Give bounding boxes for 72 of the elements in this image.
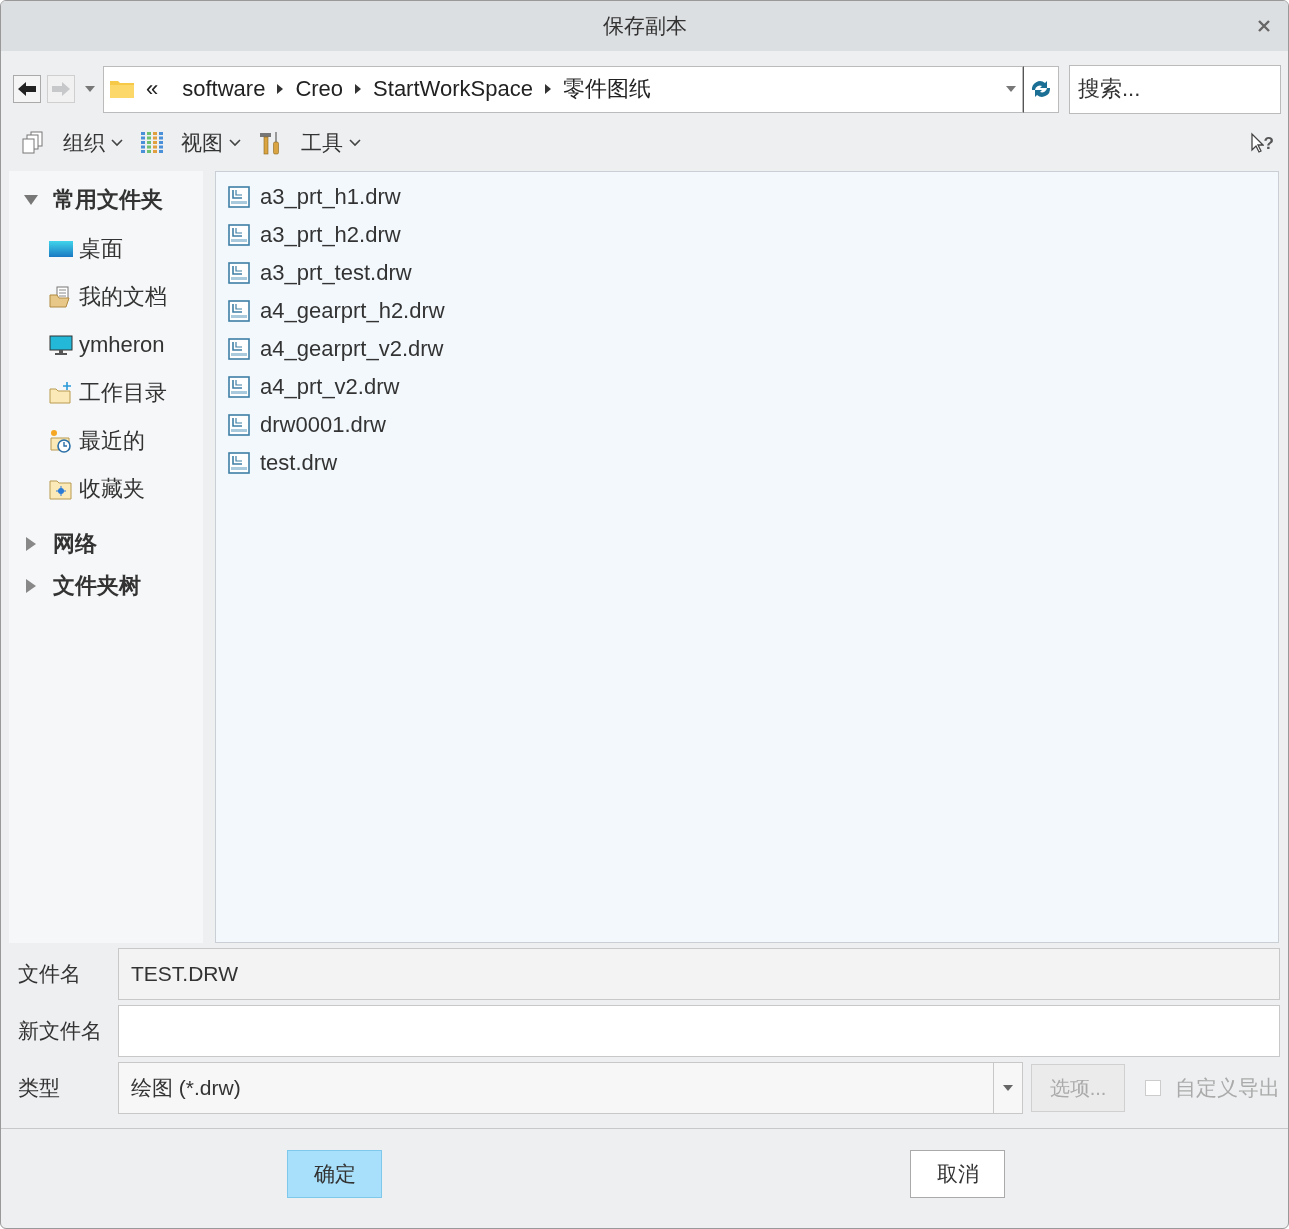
help-button[interactable]: ? bbox=[1249, 131, 1274, 154]
collapsed-arrow-icon[interactable] bbox=[26, 537, 36, 552]
file-name[interactable]: a3_prt_h2.drw bbox=[260, 222, 401, 249]
drawing-file-icon bbox=[228, 224, 250, 247]
breadcrumb-arrow-icon[interactable] bbox=[544, 84, 551, 95]
toolbar-menu[interactable]: 组织 bbox=[63, 128, 123, 157]
sidebar-item[interactable]: 最近的 bbox=[79, 426, 145, 457]
chevron-down-icon bbox=[229, 138, 241, 147]
file-name[interactable]: test.drw bbox=[260, 450, 338, 477]
sidebar-item[interactable]: 我的文档 bbox=[79, 282, 167, 313]
breadcrumb[interactable]: software bbox=[170, 76, 278, 103]
left-arrow-icon bbox=[17, 81, 37, 98]
drawing-file-icon bbox=[228, 414, 250, 437]
breadcrumb-arrow-icon[interactable] bbox=[355, 84, 362, 95]
chevron-down-icon bbox=[349, 138, 361, 147]
file-name[interactable]: a4_gearprt_h2.drw bbox=[260, 298, 445, 325]
documents-folder-icon bbox=[49, 286, 73, 309]
breadcrumb[interactable]: 零件图纸 bbox=[550, 74, 663, 105]
search-field[interactable]: 搜索... bbox=[1069, 64, 1281, 114]
sidebar-section[interactable]: 文件夹树 bbox=[53, 571, 141, 602]
file-name[interactable]: a3_prt_test.drw bbox=[260, 260, 412, 287]
file-name[interactable]: drw0001.drw bbox=[260, 412, 386, 439]
sidebar-section[interactable]: 网络 bbox=[53, 529, 97, 560]
toolbar-menu[interactable]: 视图 bbox=[181, 128, 241, 157]
close-icon[interactable] bbox=[1258, 20, 1270, 32]
sidebar-item[interactable]: 桌面 bbox=[79, 234, 123, 265]
drawing-file-icon bbox=[228, 338, 250, 361]
breadcrumb[interactable]: Creo bbox=[283, 76, 356, 103]
field-label: 文件名 bbox=[17, 961, 82, 988]
sidebar-item[interactable]: 收藏夹 bbox=[79, 474, 145, 505]
right-arrow-icon bbox=[51, 81, 71, 98]
new-file-name-field[interactable] bbox=[118, 1005, 1280, 1058]
monitor-icon bbox=[49, 334, 73, 357]
drawing-file-icon bbox=[228, 186, 250, 209]
field-label: 类型 bbox=[17, 1075, 61, 1102]
confirm-button[interactable]: 确定 bbox=[287, 1150, 382, 1199]
drawing-file-icon bbox=[228, 452, 250, 475]
expanded-arrow-icon[interactable] bbox=[24, 195, 38, 206]
folder-icon bbox=[110, 80, 134, 99]
drawing-file-icon bbox=[228, 262, 250, 285]
refresh-icon bbox=[1029, 79, 1053, 100]
sidebar-item[interactable]: 工作目录 bbox=[79, 378, 167, 409]
breadcrumb[interactable]: StartWorkSpace bbox=[361, 76, 545, 103]
file-name[interactable]: a4_prt_v2.drw bbox=[260, 374, 400, 401]
file-name[interactable]: a4_gearprt_v2.drw bbox=[260, 336, 444, 363]
back-button[interactable] bbox=[13, 75, 41, 104]
cancel-button[interactable]: 取消 bbox=[910, 1150, 1005, 1199]
file-name-field[interactable]: TEST.DRW bbox=[118, 948, 1280, 1001]
field-label: 新文件名 bbox=[17, 1018, 103, 1045]
file-type-dropdown[interactable]: 绘图 (*.drw) bbox=[118, 1062, 1023, 1115]
sidebar-item[interactable]: ymheron bbox=[79, 332, 165, 359]
address-bar[interactable]: « software Creo StartWorkSpace 零件图纸 bbox=[103, 65, 1023, 113]
path-overflow-marker[interactable]: « bbox=[134, 76, 171, 103]
favorites-folder-icon bbox=[49, 477, 73, 502]
drawing-file-icon bbox=[228, 376, 250, 399]
toolbar-menu[interactable]: 工具 bbox=[301, 128, 361, 157]
pages-icon bbox=[21, 130, 45, 155]
dropdown-caret-icon[interactable] bbox=[1006, 86, 1016, 93]
grid-view-icon bbox=[141, 131, 163, 154]
breadcrumb-arrow-icon[interactable] bbox=[277, 84, 284, 95]
cursor-icon bbox=[1249, 131, 1264, 154]
chevron-down-icon bbox=[111, 138, 123, 147]
collapsed-arrow-icon[interactable] bbox=[26, 579, 36, 594]
desktop-icon bbox=[49, 239, 73, 260]
window-title: 保存副本 bbox=[602, 12, 687, 39]
drawing-file-icon bbox=[228, 300, 250, 323]
file-name[interactable]: a3_prt_h1.drw bbox=[260, 184, 401, 211]
recent-folder-icon bbox=[49, 429, 73, 454]
sidebar-section[interactable]: 常用文件夹 bbox=[53, 185, 163, 216]
dropdown-caret-icon bbox=[1003, 1085, 1013, 1092]
refresh-button[interactable] bbox=[1023, 65, 1059, 113]
dropdown-caret-icon[interactable] bbox=[85, 86, 95, 93]
